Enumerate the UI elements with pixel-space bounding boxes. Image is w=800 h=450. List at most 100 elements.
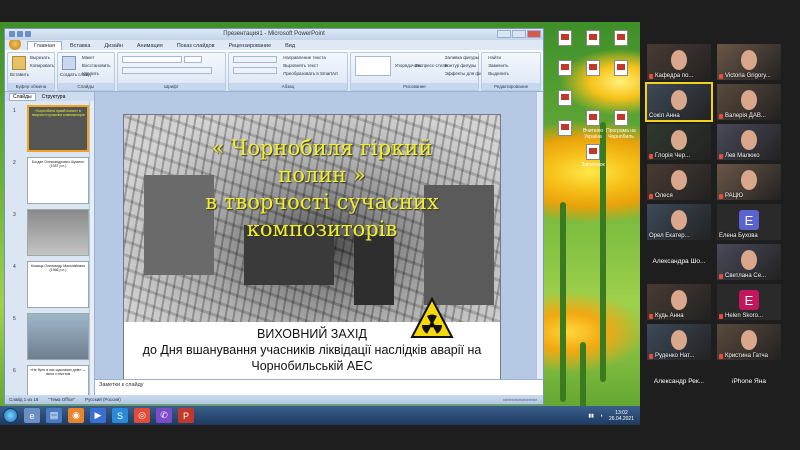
clock[interactable]: 13:02 26.04.2021 [609,410,634,422]
participant-tile[interactable]: E Helen Skoro... [717,284,781,320]
zoom-slider[interactable]: ▭▭▭▭▭▭▭▭ [503,397,537,403]
skype-icon[interactable]: S [112,408,128,423]
paste-icon[interactable] [12,56,26,70]
slide-thumbnail[interactable]: Богдан Олександрович Шумило (1957 р.н.) [27,157,89,204]
redo-icon[interactable] [25,31,31,37]
mic-muted-icon [649,314,653,319]
replace-button[interactable]: Заменить [488,63,508,68]
participant-tile[interactable]: РАЦЮ [717,164,781,200]
participant-tile[interactable]: Руденко Нат... [647,324,711,360]
chrome-icon[interactable]: ◎ [134,408,150,423]
list-buttons[interactable] [233,56,278,63]
font-format-buttons[interactable] [121,67,212,74]
participant-tile[interactable]: Александр Рек... [647,364,711,400]
participant-tile[interactable]: Светлана Се... [717,244,781,280]
text-direction-button[interactable]: Направление текста [283,55,326,60]
tab-design[interactable]: Дизайн [98,42,129,50]
new-slide-icon[interactable] [61,56,76,70]
start-button[interactable] [3,408,18,423]
font-size-combo[interactable] [183,56,202,63]
align-buttons[interactable] [233,67,278,74]
participant-tile[interactable]: Орел Екатер... [647,204,711,240]
desktop-file-icon[interactable] [578,30,608,48]
slide-thumbnail[interactable]: «Чорнобиля гіркий полин» в творчості суч… [27,105,89,152]
participant-name: Валерія ДАВ... [725,113,766,119]
participant-name: Кристина Гатча [725,353,768,359]
font-name-combo[interactable] [121,56,182,63]
participant-tile[interactable]: Кудь Анна [647,284,711,320]
ie-icon[interactable]: e [24,408,40,423]
desktop-file-icon[interactable] [578,60,608,78]
tab-insert[interactable]: Вставка [64,42,96,50]
participant-tile[interactable]: Олеся [647,164,711,200]
tab-view[interactable]: Вид [279,42,301,50]
participant-tile[interactable]: Лев Малюко [717,124,781,160]
slide-scrollbar[interactable] [536,92,543,379]
volume-icon[interactable]: ◖ [600,413,603,419]
tab-review[interactable]: Рецензирование [223,42,277,50]
desktop-file-icon[interactable] [550,120,580,138]
desktop-file-icon[interactable]: Заголовок [578,144,608,168]
desktop-file-icon[interactable]: Вчителю Україна [578,110,608,140]
desktop-file-icon[interactable] [606,60,636,78]
reset-button[interactable]: Восстановить [82,63,111,68]
slide-thumbnail[interactable] [27,209,89,256]
align-text-button[interactable]: Выровнять текст [283,63,318,68]
desktop-file-icon[interactable] [550,30,580,48]
slide-thumbnail[interactable]: Кошиць Олександр Миколайович (1966 р.н.) [27,261,89,308]
desktop-file-icon[interactable]: Програма на Чорнобиль [606,110,636,140]
select-button[interactable]: Выделить [488,71,509,76]
minimize-button[interactable] [497,30,511,38]
participant-tile[interactable]: Валерія ДАВ... [717,84,781,120]
find-button[interactable]: Найти [488,55,501,60]
slides-scrollbar[interactable] [89,101,94,395]
cut-button[interactable]: Вырезать [30,55,50,60]
tab-slideshow[interactable]: Показ слайдов [171,42,221,50]
slide-thumbnail[interactable]: «Не було в нас щасливих днів» — пісня з … [27,365,89,397]
powerpoint-taskbar-icon[interactable]: P [178,408,194,423]
shape-outline-button[interactable]: Контур фигуры [445,63,476,68]
tab-home[interactable]: Главная [27,41,62,50]
network-icon[interactable]: ▮▮ [588,413,594,419]
tab-animation[interactable]: Анимация [131,42,169,50]
firefox-icon[interactable]: ◉ [68,408,84,423]
save-icon[interactable] [9,31,15,37]
layout-button[interactable]: Макет [82,55,95,60]
thumb-number: 1 [13,108,16,114]
close-button[interactable] [527,30,541,38]
slide-thumbnail[interactable] [27,313,89,360]
participant-avatar: Е [739,210,759,230]
paste-button[interactable]: Вставить [10,72,29,77]
desktop-file-icon[interactable] [550,90,580,108]
notes-placeholder: Заметки к слайду [99,382,144,388]
shapes-gallery[interactable] [354,56,391,76]
explorer-icon[interactable]: ▤ [46,408,62,423]
participant-tile[interactable]: Сокіл Анна [645,82,713,122]
shape-fill-button[interactable]: Заливка фигуры [445,55,479,60]
quick-styles-button[interactable]: Экспресс-стили [415,63,448,68]
undo-icon[interactable] [17,31,23,37]
mic-muted-icon [719,354,723,359]
desktop-file-icon[interactable] [550,60,580,78]
window-titlebar[interactable]: Презентация1 - Microsoft PowerPoint [5,29,543,40]
current-slide[interactable]: « Чорнобиля гіркий полин » в творчості с… [123,114,501,397]
maximize-button[interactable] [512,30,526,38]
participant-tile[interactable]: Victoria Grigory... [717,44,781,80]
copy-button[interactable]: Копировать [30,63,54,68]
participant-tile[interactable]: Е Елена Бухова [717,204,781,240]
editor-body: Слайды Структура 1 «Чорнобиля гіркий пол… [5,92,543,397]
participant-tile[interactable]: Глорія Чер... [647,124,711,160]
viber-icon[interactable]: ✆ [156,408,172,423]
delete-button[interactable]: Удалить [82,71,99,76]
tab-slides[interactable]: Слайды [9,92,36,101]
media-icon[interactable]: ▶ [90,408,106,423]
participant-tile[interactable]: Кафедра по... [647,44,711,80]
tab-outline[interactable]: Структура [39,94,69,100]
participant-tile[interactable]: iPhone Яна [717,364,781,400]
notes-pane[interactable]: Заметки к слайду [95,379,543,395]
smartart-button[interactable]: Преобразовать в SmartArt [283,71,338,76]
desktop-file-icon[interactable] [606,30,636,48]
participant-tile[interactable]: Кристина Гатча [717,324,781,360]
participant-tile[interactable]: Александра Шо... [647,244,711,280]
group-label: Буфер обмена [8,83,54,90]
